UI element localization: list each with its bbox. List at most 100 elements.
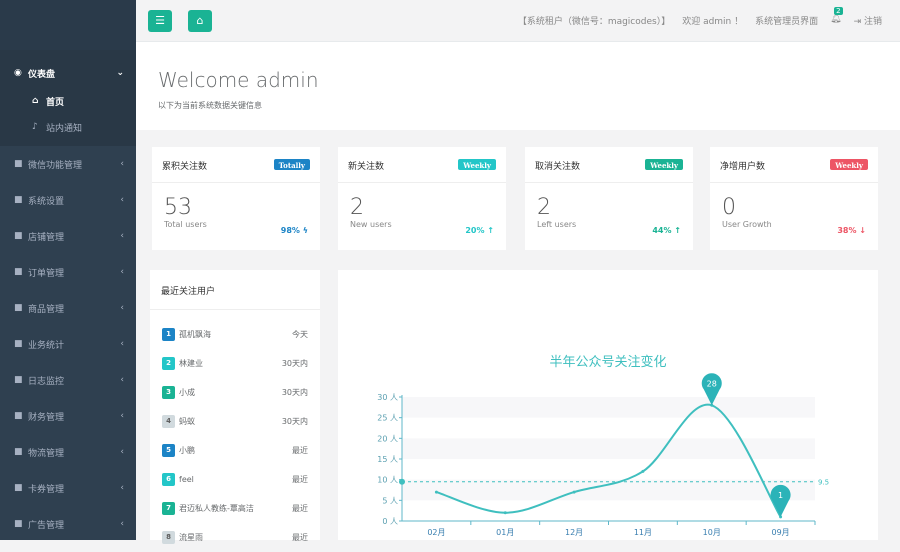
data-point <box>641 469 645 473</box>
sidebar-subitem-notifications[interactable]: ♪ 站内通知 <box>0 114 136 140</box>
y-tick-label: 5 人 <box>382 496 398 505</box>
sidebar-item[interactable]: ■ 微信功能管理 ‹ <box>0 146 136 182</box>
sidebar-item-label: 首页 <box>46 97 65 108</box>
sidebar-item[interactable]: ■ 卡券管理 ‹ <box>0 470 136 506</box>
list-item[interactable]: 8 流星雨 最近 <box>150 523 320 552</box>
rank-badge: 3 <box>162 386 175 399</box>
stat-value: 0 <box>722 195 736 220</box>
notification-count: 2 <box>834 7 843 15</box>
dashboard-icon: ◉ <box>14 68 22 78</box>
pie-chart-icon: ■ <box>14 339 23 349</box>
y-tick-label: 10 人 <box>377 476 398 485</box>
list-item[interactable]: 4 蚂蚁 30天内 <box>150 407 320 436</box>
recent-followers-panel: 最近关注用户 1 孤机飘海 今天 2 林建业 30天内 3 小成 30天内 4 蚂蚁 30天内 5 小鹏最… <box>150 270 320 544</box>
sidebar-item-label: 财务管理 <box>28 412 65 423</box>
sidebar-item[interactable]: ■ 订单管理 ‹ <box>0 254 136 290</box>
follow-time: 最近 <box>292 446 308 455</box>
welcome-text: 欢迎 admin ！ <box>682 17 744 27</box>
period-badge: Weekly <box>645 159 683 170</box>
chevron-left-icon: ‹ <box>120 375 124 385</box>
logout-label: 注销 <box>863 17 882 27</box>
stat-value: 53 <box>164 195 192 220</box>
card-title: 净增用户数 <box>720 162 766 172</box>
home-icon: ⌂ <box>32 96 39 106</box>
x-tick-label: 01月 <box>496 528 514 537</box>
follow-time: 30天内 <box>281 417 308 426</box>
x-tick-label: 11月 <box>634 528 652 537</box>
sidebar-item-label: 物流管理 <box>28 448 65 459</box>
sidebar-subitem-home[interactable]: ⌂ 首页 <box>0 88 136 114</box>
y-tick-label: 0 人 <box>382 517 398 526</box>
ad-icon: ■ <box>14 519 23 529</box>
user-name: 小成 <box>179 388 195 397</box>
yen-icon: ■ <box>14 411 23 421</box>
sidebar-item-label: 广告管理 <box>28 520 65 531</box>
x-tick-label: 10月 <box>703 528 721 537</box>
sidebar-item-label: 日志监控 <box>28 376 65 387</box>
data-point <box>503 511 507 515</box>
sidebar-item[interactable]: ■ 广告管理 ‹ <box>0 506 136 542</box>
home-button[interactable]: ⌂ <box>188 10 212 32</box>
chevron-left-icon: ‹ <box>120 447 124 457</box>
sidebar-item[interactable]: ■ 系统设置 ‹ <box>0 182 136 218</box>
follow-time: 最近 <box>292 533 308 542</box>
chevron-left-icon: ‹ <box>120 519 124 529</box>
sidebar-item-label: 系统设置 <box>28 196 65 207</box>
rank-badge: 1 <box>162 328 175 341</box>
chevron-down-icon: ⌄ <box>116 68 124 78</box>
topbar: ☰ ⌂ 【系统租户（微信号：magicodes）】 欢迎 admin ！ 系统管… <box>136 0 900 42</box>
list-item[interactable]: 7 君迈私人教练-覃高洁 最近 <box>150 494 320 523</box>
list-item[interactable]: 6 feel 最近 <box>150 465 320 494</box>
profile-area <box>0 0 136 50</box>
chart-panel: 半年公众号关注变化 0 人 5 人 10 人 15 人 20 人 25 人 30 人 02月 01… <box>338 270 878 540</box>
list-item[interactable]: 5 小鹏 最近 <box>150 436 320 465</box>
period-badge: Totally <box>273 159 310 170</box>
sidebar-item-label: 卡券管理 <box>28 484 65 495</box>
grid-band <box>402 479 815 501</box>
code-icon: ■ <box>14 375 23 385</box>
sidebar-item[interactable]: ■ 物流管理 ‹ <box>0 434 136 470</box>
card-title: 取消关注数 <box>535 162 581 172</box>
y-tick-label: 20 人 <box>377 434 398 443</box>
page-title: Welcome admin <box>158 68 319 92</box>
list-item[interactable]: 1 孤机飘海 今天 <box>150 320 320 349</box>
sidebar-item-label: 站内通知 <box>46 123 83 134</box>
period-badge: Weekly <box>830 159 868 170</box>
sidebar-item[interactable]: ■ 商品管理 ‹ <box>0 290 136 326</box>
home-icon: ■ <box>14 231 23 241</box>
card-title: 新关注数 <box>348 162 385 172</box>
sidebar-item[interactable]: ■ 日志监控 ‹ <box>0 362 136 398</box>
sign-out-icon: ⇥ <box>853 17 864 27</box>
rank-badge: 5 <box>162 444 175 457</box>
notifications-button[interactable]: 🔔︎ 2 <box>830 7 843 27</box>
user-name: 蚂蚁 <box>179 417 195 426</box>
grid-band <box>402 397 815 418</box>
sidebar-item-label: 微信功能管理 <box>28 160 83 171</box>
y-tick-label: 30 人 <box>377 393 398 402</box>
list-item[interactable]: 2 林建业 30天内 <box>150 349 320 378</box>
menu-toggle-button[interactable]: ☰ <box>148 10 172 32</box>
cart-icon: ■ <box>14 303 23 313</box>
sidebar-item-label: 店铺管理 <box>28 232 65 243</box>
chevron-left-icon: ‹ <box>120 411 124 421</box>
stat-percent: 20% ↑ <box>465 226 494 235</box>
stat-percent: 44% ↑ <box>652 226 681 235</box>
data-pin: 1 <box>770 484 791 517</box>
pin-label: 1 <box>778 491 783 500</box>
sidebar-item[interactable]: ■ 店铺管理 ‹ <box>0 218 136 254</box>
stat-percent: 38% ↓ <box>837 226 866 235</box>
x-tick-label: 09月 <box>771 528 789 537</box>
chevron-left-icon: ‹ <box>120 195 124 205</box>
chevron-left-icon: ‹ <box>120 339 124 349</box>
sidebar-item[interactable]: ■ 财务管理 ‹ <box>0 398 136 434</box>
sidebar-item-dashboard[interactable]: ◉ 仪表盘 ⌄ <box>0 58 136 88</box>
logout-button[interactable]: ⇥ 注销 <box>854 14 882 27</box>
rank-badge: 7 <box>162 502 175 515</box>
stat-card: 取消关注数 Weekly 2 Left users 44% ↑ <box>525 147 693 250</box>
sidebar-item[interactable]: ■ 业务统计 ‹ <box>0 326 136 362</box>
stat-value: 2 <box>350 195 364 220</box>
welcome-header: Welcome admin 以下为当前系统数据关键信息 <box>136 42 900 130</box>
list-item[interactable]: 3 小成 30天内 <box>150 378 320 407</box>
admin-ui-link[interactable]: 系统管理员界面 <box>755 14 818 27</box>
grid-band <box>402 438 815 459</box>
